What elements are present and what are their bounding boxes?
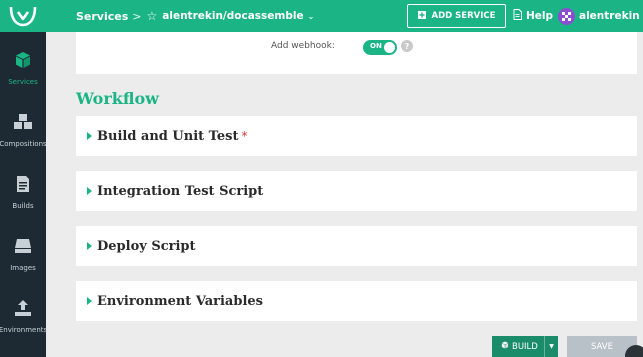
sidebar: Services Compositions Builds Images Envi… [0, 0, 48, 357]
webhook-toggle[interactable]: ON [363, 40, 397, 55]
sidebar-item-builds[interactable]: Builds [0, 164, 46, 218]
sidebar-item-label: Images [10, 263, 36, 272]
section-deploy-script[interactable]: Deploy Script [76, 226, 637, 266]
expand-triangle-icon [87, 242, 92, 250]
breadcrumb-services-link[interactable]: Services [76, 10, 128, 23]
help-document-icon [513, 9, 522, 23]
toggle-state-label: ON [370, 42, 382, 50]
star-icon[interactable]: ☆ [147, 9, 158, 23]
required-marker: * [241, 129, 248, 143]
help-label: Help [526, 10, 554, 22]
add-service-icon [417, 10, 426, 22]
sidebar-item-label: Compositions [0, 139, 47, 148]
top-bar: Services > ☆ alentrekin/docassemble ⌄ AD… [46, 0, 643, 32]
drive-icon [12, 235, 34, 257]
cube-icon [12, 49, 34, 71]
sidebar-item-environments[interactable]: Environments [0, 288, 48, 342]
cubes-icon [12, 111, 34, 133]
sidebar-item-label: Environments [0, 325, 48, 334]
add-service-button[interactable]: ADD SERVICE [407, 4, 506, 28]
breadcrumb: Services > ☆ alentrekin/docassemble ⌄ [76, 0, 314, 32]
question-icon[interactable]: ? [401, 40, 413, 52]
user-menu[interactable]: alentrekin ⌄ [558, 0, 643, 32]
sidebar-item-images[interactable]: Images [0, 226, 46, 280]
chevron-down-icon[interactable]: ⌄ [308, 12, 315, 21]
add-service-label: ADD SERVICE [431, 11, 496, 21]
section-integration-test-script[interactable]: Integration Test Script [76, 171, 637, 211]
breadcrumb-separator: > [132, 9, 142, 23]
expand-triangle-icon [87, 132, 92, 140]
section-title: Build and Unit Test [97, 128, 239, 144]
sidebar-item-label: Services [8, 77, 38, 86]
avatar [558, 7, 575, 25]
build-main-button[interactable]: BUILD [492, 336, 544, 357]
webhook-card: Add webhook: ON ? [76, 32, 637, 74]
section-title: Deploy Script [97, 238, 196, 254]
sidebar-item-compositions[interactable]: Compositions [0, 102, 47, 156]
logo[interactable] [0, 0, 46, 32]
help-link[interactable]: Help [513, 0, 553, 32]
upload-icon [12, 297, 34, 319]
chat-widget-icon[interactable] [625, 345, 643, 357]
save-label: SAVE [590, 341, 613, 352]
section-environment-variables[interactable]: Environment Variables [76, 281, 637, 321]
document-icon [12, 173, 34, 195]
section-title: Integration Test Script [97, 183, 264, 199]
username: alentrekin [579, 10, 640, 22]
section-build-and-unit-test[interactable]: Build and Unit Test * [76, 116, 637, 156]
expand-triangle-icon [87, 297, 92, 305]
sidebar-item-label: Builds [12, 201, 34, 210]
build-button[interactable]: BUILD ▼ [492, 336, 558, 357]
section-title: Environment Variables [97, 293, 263, 309]
webhook-label: Add webhook: [271, 41, 335, 51]
cube-icon [501, 341, 509, 352]
workflow-title: Workflow [76, 89, 159, 108]
codefresh-logo-icon [9, 6, 37, 27]
build-label: BUILD [512, 341, 538, 352]
sidebar-item-services[interactable]: Services [0, 40, 46, 94]
build-dropdown-caret-icon[interactable]: ▼ [544, 336, 558, 357]
expand-triangle-icon [87, 187, 92, 195]
repo-selector[interactable]: alentrekin/docassemble [162, 10, 303, 22]
toggle-knob [384, 42, 395, 53]
